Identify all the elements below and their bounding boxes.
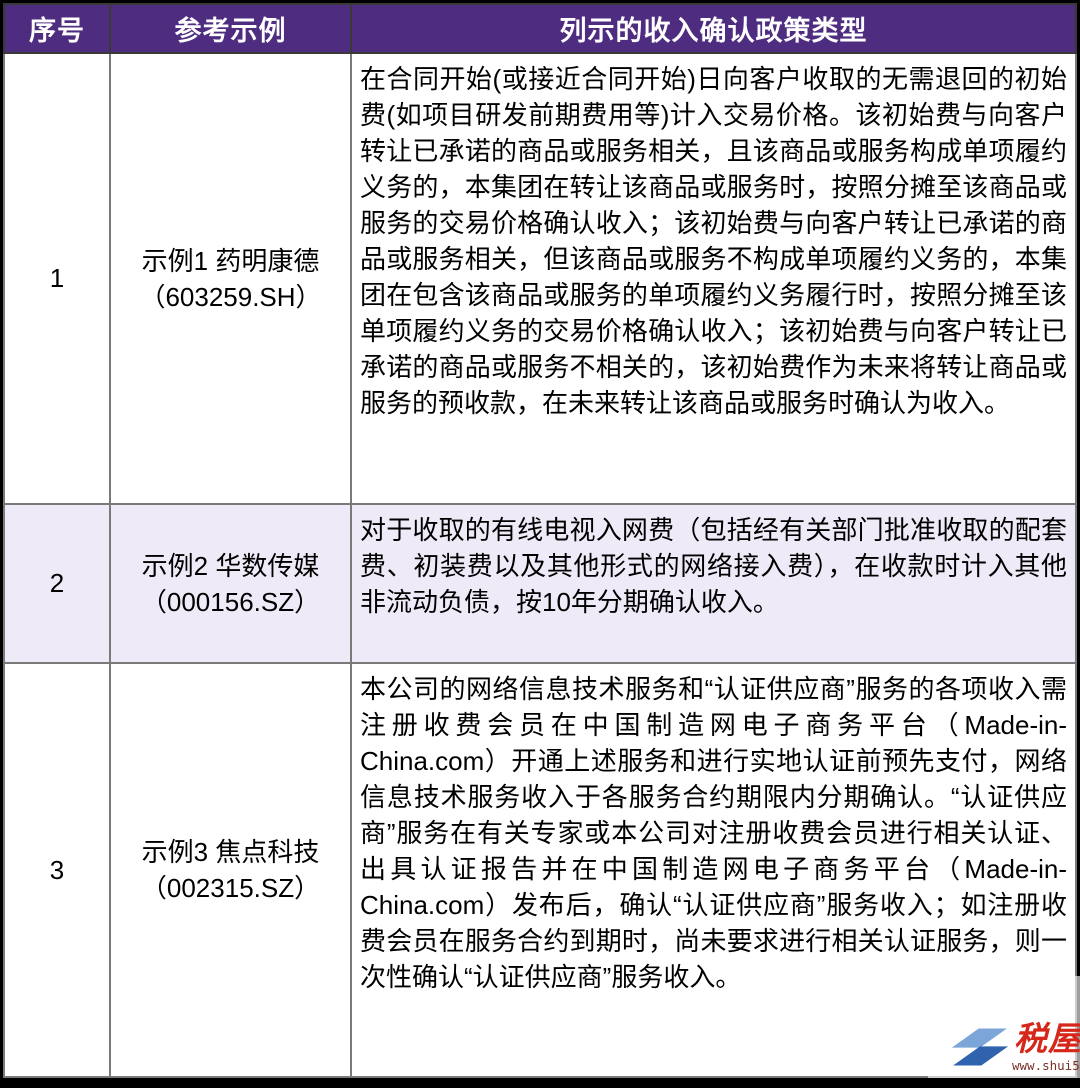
row-number: 1 — [4, 53, 110, 504]
table-row: 1 示例1 药明康德 （603259.SH） 在合同开始(或接近合同开始)日向客… — [4, 53, 1076, 504]
policy-cell: 在合同开始(或接近合同开始)日向客户收取的无需退回的初始费(如项目研发前期费用等… — [351, 53, 1076, 504]
shui5-s-logo-icon — [948, 1024, 1012, 1070]
example-stock-code: （000156.SZ） — [111, 584, 350, 620]
shui5-watermark: 税屋 www.shui5.cn — [928, 976, 1080, 1078]
watermark-brand-text: 税屋 — [1014, 1022, 1080, 1056]
header-cell-policy: 列示的收入确认政策类型 — [351, 4, 1076, 53]
header-cell-num: 序号 — [4, 4, 110, 53]
example-cell: 示例3 焦点科技 （002315.SZ） — [110, 663, 351, 1077]
table-row: 2 示例2 华数传媒 （000156.SZ） 对于收取的有线电视入网费（包括经有… — [4, 504, 1076, 663]
header-row: 序号 参考示例 列示的收入确认政策类型 — [4, 4, 1076, 53]
example-name: 示例3 焦点科技 — [111, 834, 350, 870]
example-cell: 示例2 华数传媒 （000156.SZ） — [110, 504, 351, 663]
example-stock-code: （002315.SZ） — [111, 870, 350, 906]
header-cell-example: 参考示例 — [110, 4, 351, 53]
example-cell: 示例1 药明康德 （603259.SH） — [110, 53, 351, 504]
policy-cell: 对于收取的有线电视入网费（包括经有关部门批准收取的配套费、初装费以及其他形式的网… — [351, 504, 1076, 663]
table-row: 3 示例3 焦点科技 （002315.SZ） 本公司的网络信息技术服务和“认证供… — [4, 663, 1076, 1077]
watermark-url-text: www.shui5.cn — [1012, 1058, 1080, 1073]
revenue-policy-table: 序号 参考示例 列示的收入确认政策类型 1 示例1 药明康德 （603259.S… — [3, 3, 1077, 1078]
row-number: 2 — [4, 504, 110, 663]
example-name: 示例1 药明康德 — [111, 243, 350, 279]
table-frame: 序号 参考示例 列示的收入确认政策类型 1 示例1 药明康德 （603259.S… — [0, 0, 1080, 1088]
example-stock-code: （603259.SH） — [111, 279, 350, 315]
row-number: 3 — [4, 663, 110, 1077]
example-name: 示例2 华数传媒 — [111, 548, 350, 584]
